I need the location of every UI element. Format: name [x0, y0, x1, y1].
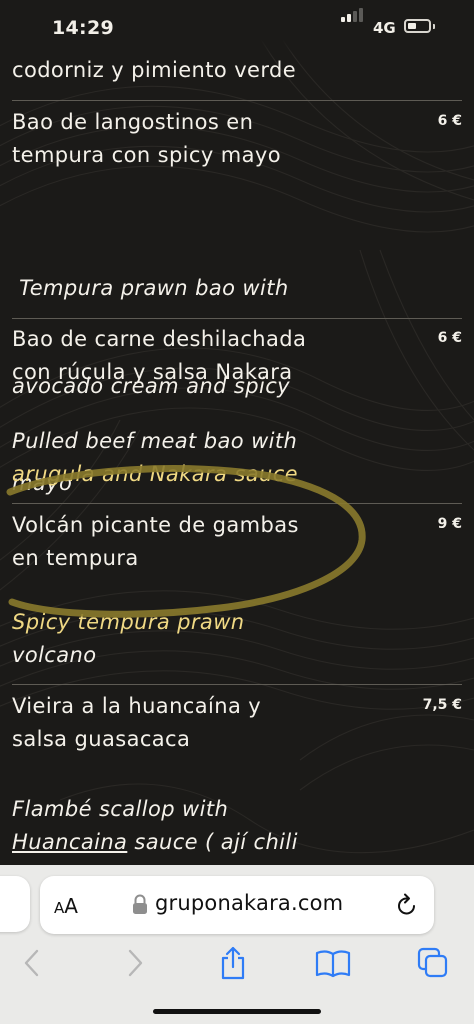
tabs-button[interactable] — [415, 945, 451, 981]
divider — [12, 100, 462, 101]
menu-item-name-line: tempura con spicy mayo — [12, 142, 281, 167]
menu-item-name-line: Bao de langostinos en — [12, 110, 254, 134]
menu-item-name-line: salsa guasacaca — [12, 726, 191, 751]
aa-small: A — [54, 899, 65, 917]
menu-item-name-es: Vieira a la huancaína y salsa guasacaca — [12, 690, 261, 755]
status-bar: 14:29 4G — [0, 0, 474, 56]
share-button[interactable] — [215, 945, 251, 981]
network-type: 4G — [373, 19, 396, 37]
menu-item-en-line: Tempura prawn bao with — [12, 276, 289, 300]
url-text: gruponakara.com — [155, 891, 344, 915]
menu-item-en-line: Flambé scallop with — [12, 797, 229, 821]
status-time: 14:29 — [52, 17, 114, 39]
hand-drawn-circle-annotation — [6, 465, 366, 618]
bookmarks-icon — [315, 950, 351, 978]
bookmarks-button[interactable] — [315, 945, 351, 981]
divider — [12, 318, 462, 319]
reader-options-button[interactable]: AA — [54, 894, 78, 918]
previous-tab-preview[interactable] — [0, 876, 30, 932]
menu-list: codorniz y pimiento verde Bao de langost… — [0, 0, 474, 865]
menu-item-en-line-rest: sauce ( ají chili — [127, 829, 298, 854]
menu-top-fragment: codorniz y pimiento verde — [12, 58, 297, 82]
menu-item-name-es: Bao de carne deshilachada con rúcula y s… — [12, 323, 306, 388]
battery-icon — [404, 19, 431, 33]
menu-item-price: 7,5 € — [422, 697, 462, 713]
menu-item-name-es: Bao de langostinos en tempura con spicy … — [12, 106, 281, 171]
back-icon — [24, 949, 39, 977]
reload-icon[interactable] — [396, 893, 418, 917]
address-bar[interactable]: AA gruponakara.com — [40, 876, 434, 934]
tabs-icon — [417, 947, 448, 978]
menu-item-price: 6 € — [437, 113, 462, 129]
forward-icon — [128, 949, 143, 977]
lock-icon — [133, 894, 147, 914]
menu-item-name-line: Vieira a la huancaína y — [12, 694, 262, 718]
home-indicator — [153, 1009, 321, 1014]
menu-item-price: 6 € — [437, 330, 462, 346]
forward-button[interactable] — [117, 945, 153, 981]
huancaina-link-text: Huancaina — [12, 829, 128, 854]
aa-big: A — [64, 894, 78, 918]
menu-item-name-line: Bao de carne deshilachada — [12, 327, 307, 351]
share-icon — [221, 946, 245, 980]
menu-item-en-line: volcano — [12, 642, 97, 667]
safari-bottom-bar: AA gruponakara.com — [0, 865, 474, 1024]
back-button[interactable] — [14, 945, 50, 981]
battery-cap — [433, 24, 435, 29]
menu-item-name-line: con rúcula y salsa Nakara — [12, 359, 293, 384]
menu-item-name-en: Flambé scallop with Huancaina sauce ( aj… — [12, 793, 298, 858]
divider — [12, 684, 462, 685]
menu-item-en-line: Huancaina sauce ( ají chili — [12, 826, 298, 859]
